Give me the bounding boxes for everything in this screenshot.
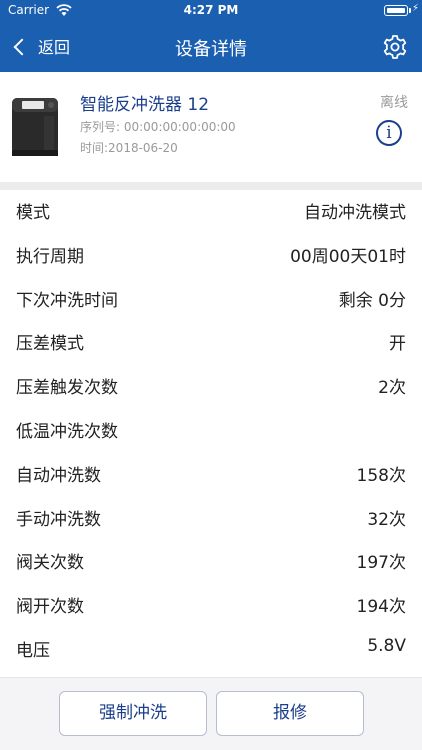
row-value: 剩余 0分: [338, 290, 406, 311]
device-card: 智能反冲洗器 12 序列号: 00:00:00:00:00:00 时间:2018…: [0, 72, 422, 182]
battery-icon: [384, 5, 408, 16]
list-item: 执行周期 00周00天01时: [0, 232, 422, 276]
row-value: 194次: [356, 597, 406, 618]
list-item: 压差触发次数 2次: [0, 363, 422, 407]
row-value: 197次: [356, 553, 406, 574]
row-label: 压差触发次数: [16, 378, 118, 399]
device-name: 智能反冲洗器 12: [80, 95, 210, 115]
list-item: 低温冲洗次数: [0, 407, 422, 451]
action-bar: 强制冲洗 报修: [0, 677, 422, 750]
clock: 4:27 PM: [183, 3, 239, 17]
row-value: 2次: [378, 378, 406, 399]
repair-button[interactable]: 报修: [216, 691, 364, 736]
list-item: 压差模式 开: [0, 319, 422, 363]
row-label: 电压: [16, 640, 50, 661]
row-label: 低温冲洗次数: [16, 421, 118, 442]
detail-list: 模式 自动冲洗模式 执行周期 00周00天01时 下次冲洗时间 剩余 0分 压差…: [0, 188, 422, 670]
row-value: 158次: [356, 465, 406, 486]
device-serial: 序列号: 00:00:00:00:00:00: [80, 120, 236, 134]
row-value: 自动冲洗模式: [304, 203, 406, 223]
row-label: 阀开次数: [16, 597, 84, 618]
nav-bar: 返回 设备详情: [0, 22, 422, 72]
status-bar: Carrier 4:27 PM ⚡: [0, 0, 422, 22]
page-title: 设备详情: [175, 39, 247, 60]
list-item: 手动冲洗数 32次: [0, 495, 422, 539]
list-item: 模式 自动冲洗模式: [0, 188, 422, 232]
row-label: 手动冲洗数: [16, 509, 101, 530]
row-label: 模式: [16, 203, 50, 223]
device-image: [12, 98, 58, 156]
gear-icon[interactable]: [382, 34, 408, 60]
row-value: 开: [389, 334, 406, 355]
row-value: 5.8V: [367, 635, 406, 656]
row-value: 32次: [367, 509, 406, 530]
list-item: 阀关次数 197次: [0, 538, 422, 582]
battery-tip: [409, 8, 411, 13]
row-value: 00周00天01时: [290, 246, 406, 267]
row-label: 执行周期: [16, 246, 84, 267]
list-item: 自动冲洗数 158次: [0, 451, 422, 495]
row-label: 下次冲洗时间: [16, 290, 118, 311]
row-label: 压差模式: [16, 334, 84, 355]
row-label: 自动冲洗数: [16, 465, 101, 486]
header: Carrier 4:27 PM ⚡ 返回 设备详情: [0, 0, 422, 72]
force-flush-button[interactable]: 强制冲洗: [59, 691, 207, 736]
list-item: 下次冲洗时间 剩余 0分: [0, 276, 422, 320]
info-icon[interactable]: i: [376, 120, 402, 146]
list-item: 阀开次数 194次: [0, 582, 422, 626]
list-item: 电压 5.8V: [0, 626, 422, 670]
status-badge: 离线: [380, 95, 408, 111]
row-label: 阀关次数: [16, 553, 84, 574]
device-time: 时间:2018-06-20: [80, 141, 178, 155]
charging-icon: ⚡: [411, 3, 419, 14]
